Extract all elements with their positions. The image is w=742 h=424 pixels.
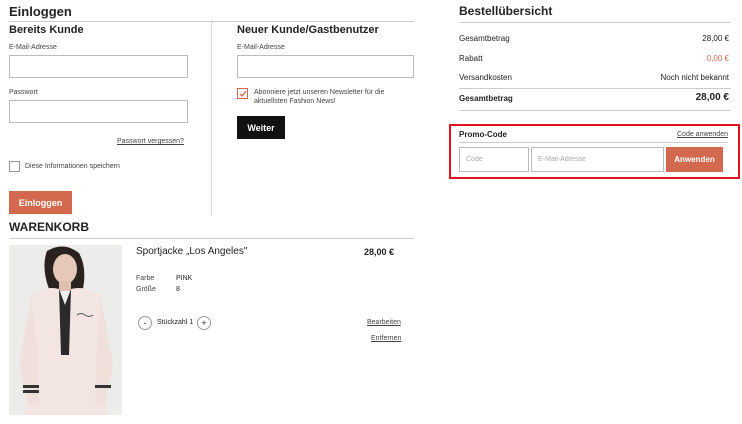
password-label: Passwort [9,89,38,96]
new-email-label: E-Mail-Adresse [237,44,285,51]
remember-label: Diese Informationen speichern [25,163,120,170]
summary-discount-label: Rabatt [459,54,483,63]
summary-bottom-divider [459,110,731,111]
edit-item-link[interactable]: Bearbeiten [367,319,401,326]
email-label: E-Mail-Adresse [9,44,57,51]
summary-shipping-label: Versandkosten [459,73,512,82]
summary-subtotal-label: Gesamtbetrag [459,34,510,43]
new-customer-heading: Neuer Kunde/Gastbenutzer [237,24,379,36]
promo-title: Promo-Code [459,130,507,139]
jacket-model-icon [9,245,122,415]
new-email-field[interactable] [237,55,414,78]
color-value: PINK [176,275,193,282]
check-icon [239,90,247,97]
summary-divider [459,22,731,23]
cart-title: WARENKORB [9,220,89,234]
quantity-decrease-button[interactable]: - [138,316,152,330]
promo-email-input[interactable] [531,147,664,172]
summary-discount-value: 0,00 € [706,54,729,63]
newsletter-label-line-1: Abonniere jetzt unseren Newsletter für d… [254,89,385,96]
promo-code-input[interactable] [459,147,529,172]
newsletter-checkbox[interactable] [237,88,248,99]
product-price: 28,00 € [364,247,395,257]
newsletter-label: Abonniere jetzt unseren Newsletter für d… [254,88,384,106]
promo-apply-button[interactable]: Anwenden [666,147,723,172]
forgot-password-link[interactable]: Passwort vergessen? [117,138,184,145]
quantity-increase-button[interactable]: + [197,316,211,330]
summary-subtotal-value: 28,00 € [702,34,729,43]
promo-divider [459,142,728,143]
size-label: Größe [136,286,156,293]
cart-divider [9,238,414,239]
remember-checkbox[interactable] [9,161,20,172]
column-divider [211,22,212,215]
summary-shipping-value: Noch nicht bekannt [660,73,730,82]
summary-total-label: Gesamtbetrag [459,94,513,103]
size-value: 8 [176,286,180,293]
newsletter-label-line-2: aktuellsten Fashion News! [254,98,336,105]
remove-item-link[interactable]: Entfernen [371,335,401,342]
product-image[interactable] [9,245,122,415]
summary-total-divider [459,88,731,89]
existing-customer-heading: Bereits Kunde [9,24,84,36]
login-title: Einloggen [9,4,72,19]
promo-apply-link[interactable]: Code anwenden [677,131,728,138]
email-field[interactable] [9,55,188,78]
summary-title: Bestellübersicht [459,4,553,18]
password-field[interactable] [9,100,188,123]
color-label: Farbe [136,275,155,282]
continue-button[interactable]: Weiter [237,116,285,139]
quantity-label: Stückzahl 1 [157,319,194,326]
product-name[interactable]: Sportjacke „Los Angeles" [136,246,247,257]
summary-total-value: 28,00 € [695,92,729,103]
login-button[interactable]: Einloggen [9,191,72,214]
